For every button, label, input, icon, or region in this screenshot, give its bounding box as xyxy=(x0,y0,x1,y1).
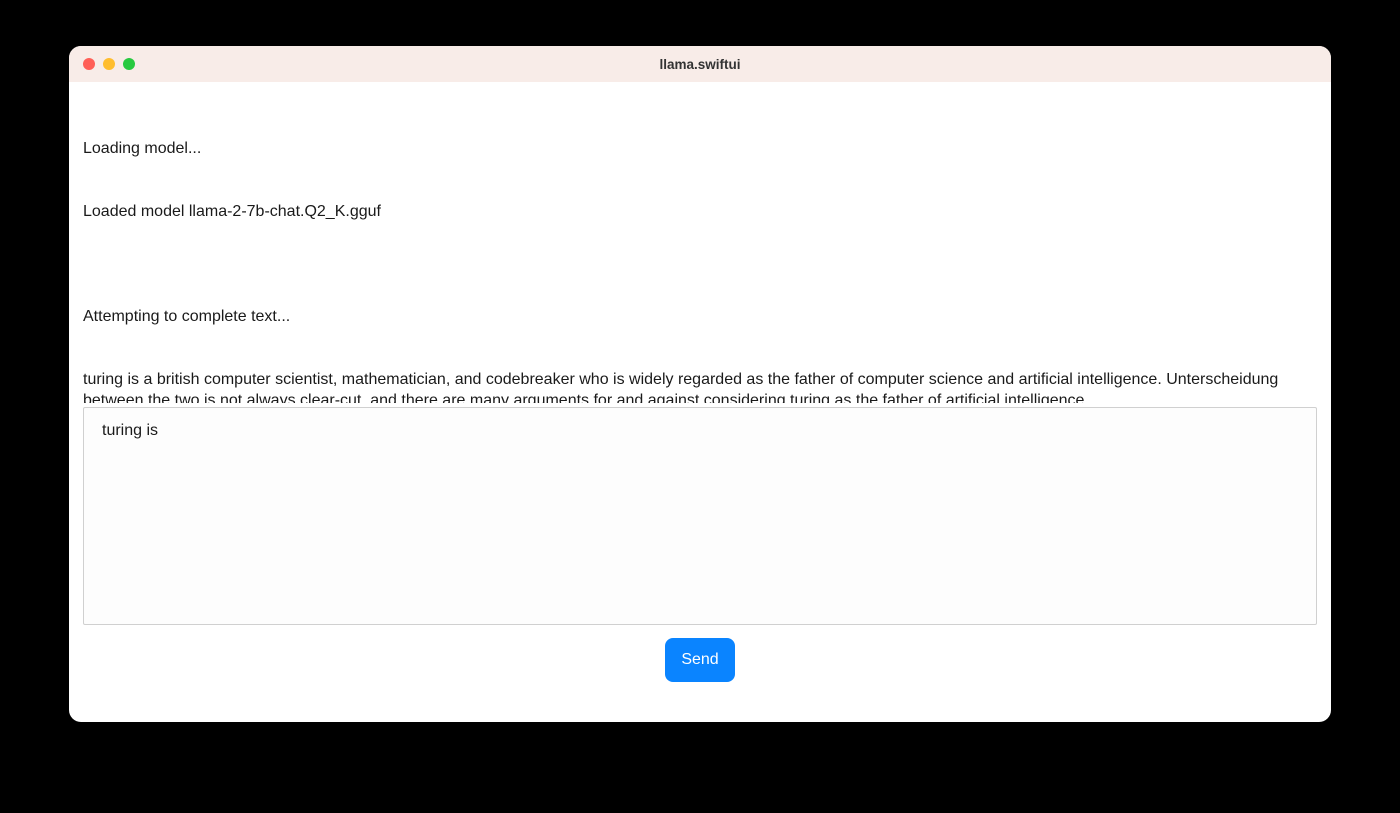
traffic-lights xyxy=(69,58,135,70)
output-log[interactable]: Loading model... Loaded model llama-2-7b… xyxy=(83,96,1317,403)
prompt-input[interactable] xyxy=(83,407,1317,625)
send-button[interactable]: Send xyxy=(665,638,734,682)
minimize-window-button[interactable] xyxy=(103,58,115,70)
log-line: Loading model... xyxy=(83,138,1315,159)
window-title: llama.swiftui xyxy=(69,57,1331,72)
content-area: Loading model... Loaded model llama-2-7b… xyxy=(69,82,1331,722)
titlebar: llama.swiftui xyxy=(69,46,1331,82)
log-line: Loaded model llama-2-7b-chat.Q2_K.gguf xyxy=(83,201,1315,222)
log-line: Attempting to complete text... xyxy=(83,306,1315,327)
log-line: turing is a british computer scientist, … xyxy=(83,369,1315,403)
close-window-button[interactable] xyxy=(83,58,95,70)
button-row: Send xyxy=(83,638,1317,682)
app-window: llama.swiftui Loading model... Loaded mo… xyxy=(69,46,1331,722)
input-area xyxy=(83,407,1317,630)
maximize-window-button[interactable] xyxy=(123,58,135,70)
